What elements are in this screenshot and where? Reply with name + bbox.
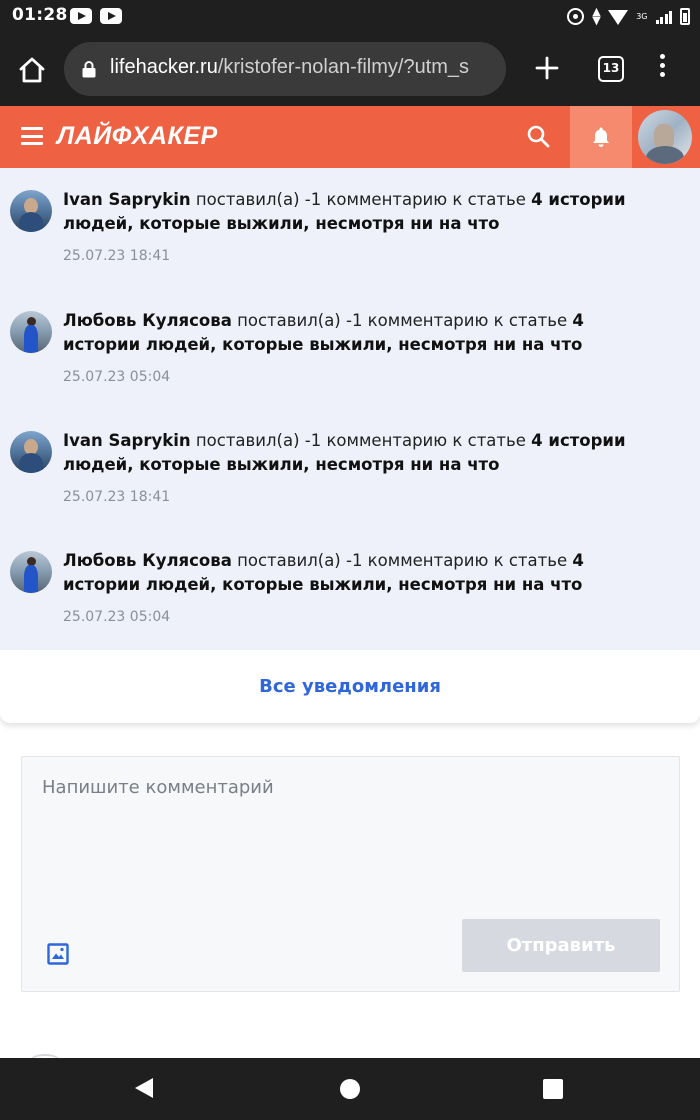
notification-date: 25.07.23 05:04 [63, 369, 171, 385]
home-icon[interactable] [18, 56, 46, 84]
youtube-icon [70, 8, 92, 24]
system-nav-bar [0, 1058, 700, 1120]
notification-action: поставил(а) -1 комментарию к статье [231, 551, 573, 570]
all-notifications-link[interactable]: Все уведомления [0, 676, 700, 697]
notification-text: Ivan Saprykin поставил(а) -1 комментарию… [63, 429, 663, 477]
notification-user[interactable]: Любовь Кулясова [63, 551, 232, 570]
wifi-icon [608, 9, 629, 25]
overflow-menu-icon[interactable] [660, 54, 666, 80]
notification-date: 25.07.23 05:04 [63, 609, 171, 625]
notification-user[interactable]: Ivan Saprykin [63, 431, 191, 450]
user-avatar [10, 311, 52, 353]
lock-icon [82, 61, 96, 78]
data-arrows-icon: ▲ ▼ [592, 5, 601, 27]
new-tab-plus-icon[interactable] [535, 56, 559, 80]
network-type: 3G [636, 11, 648, 21]
browser-toolbar: lifehacker.ru/kristofer-nolan-filmy/?utm… [0, 32, 700, 106]
recent-apps-icon[interactable] [543, 1079, 563, 1099]
comment-form[interactable]: Напишите комментарий Отправить [21, 756, 680, 992]
youtube-icon [100, 8, 122, 24]
send-button[interactable]: Отправить [462, 919, 660, 972]
home-nav-icon[interactable] [340, 1079, 360, 1099]
search-icon[interactable] [526, 124, 550, 148]
sync-icon [567, 7, 585, 25]
notification-action: поставил(а) -1 комментарию к статье [190, 190, 532, 209]
notification-text: Ivan Saprykin поставил(а) -1 комментарию… [63, 188, 663, 236]
status-bar: 01:28 ▲ ▼ 3G [0, 0, 700, 32]
bell-icon [593, 127, 609, 147]
user-avatar [10, 190, 52, 232]
url-text: lifehacker.ru/kristofer-nolan-filmy/?utm… [110, 56, 469, 79]
address-bar[interactable]: lifehacker.ru/kristofer-nolan-filmy/?utm… [64, 42, 506, 96]
all-notifications-footer: Все уведомления [0, 650, 700, 723]
tabs-counter-button[interactable]: 13 [598, 56, 624, 82]
url-domain: lifehacker.ru [110, 56, 218, 78]
notification-user[interactable]: Ivan Saprykin [63, 190, 191, 209]
notification-text: Любовь Кулясова поставил(а) -1 комментар… [63, 549, 663, 597]
back-icon[interactable] [135, 1078, 153, 1098]
notification-action: поставил(а) -1 комментарию к статье [190, 431, 532, 450]
user-avatar [10, 431, 52, 473]
notification-date: 25.07.23 18:41 [63, 489, 171, 505]
hamburger-menu-icon[interactable] [21, 127, 43, 145]
url-path: /kristofer-nolan-filmy/?utm_s [217, 56, 470, 78]
notification-text: Любовь Кулясова поставил(а) -1 комментар… [63, 309, 663, 357]
notifications-panel: Ivan Saprykin поставил(а) -1 комментарию… [0, 168, 700, 650]
signal-icon [655, 9, 672, 24]
notification-date: 25.07.23 18:41 [63, 248, 171, 264]
site-logo[interactable]: ЛАЙФХАКЕР [57, 122, 218, 151]
image-upload-icon[interactable] [47, 943, 69, 965]
status-time: 01:28 [12, 5, 68, 25]
site-header: ЛАЙФХАКЕР [0, 106, 700, 168]
comment-input[interactable]: Напишите комментарий [42, 777, 274, 798]
notifications-button[interactable] [570, 106, 632, 168]
avatar[interactable] [638, 110, 692, 164]
notification-action: поставил(а) -1 комментарию к статье [231, 311, 573, 330]
user-avatar [10, 551, 52, 593]
notification-user[interactable]: Любовь Кулясова [63, 311, 232, 330]
battery-icon [680, 7, 690, 25]
